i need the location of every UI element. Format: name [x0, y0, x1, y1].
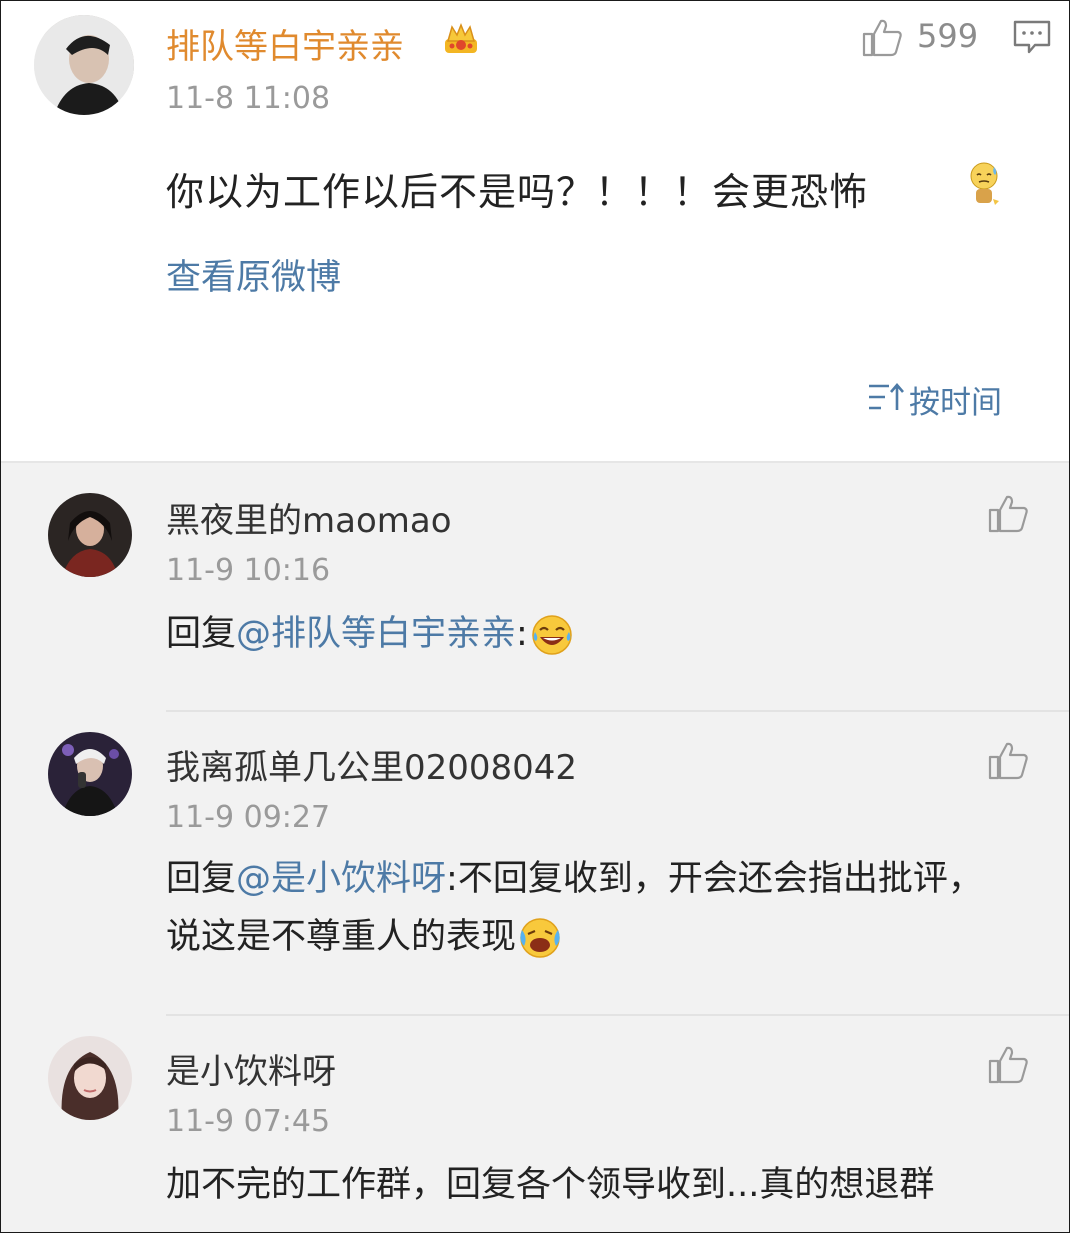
crown-badge-icon [445, 22, 477, 53]
comment-icon[interactable] [1013, 19, 1051, 55]
thumbs-up-icon[interactable] [987, 740, 1029, 780]
comment-text: 回复@排队等白宇亲亲: [166, 605, 1006, 663]
list-item: 我离孤单几公里02008042 11-9 09:27 回复@是小饮料呀:不回复收… [1, 712, 1069, 1016]
thumbs-up-icon[interactable] [987, 1044, 1029, 1084]
post-time: 11-8 11:08 [166, 81, 331, 116]
avatar[interactable] [48, 1036, 132, 1120]
like-count: 599 [917, 17, 979, 55]
avatar[interactable] [48, 732, 132, 816]
commenter-name[interactable]: 黑夜里的maomao [166, 493, 452, 542]
laughing-tears-emoji [532, 615, 572, 655]
mention-link[interactable]: @是小饮料呀 [236, 859, 446, 899]
comment-text: 加不完的工作群，回复各个领导收到...真的想退群 [166, 1165, 935, 1205]
comment-time: 11-9 10:16 [166, 553, 331, 588]
original-comment: 排队等白宇亲亲 11-8 11:08 599 你以为工作以后不是吗？！！！会更恐… [1, 1, 1069, 461]
view-original-link[interactable]: 查看原微博 [166, 249, 341, 300]
avatar[interactable] [48, 493, 132, 577]
comment-time: 11-9 07:45 [166, 1104, 331, 1139]
sweat-emoji [970, 162, 999, 205]
reply-prefix: 回复 [166, 859, 237, 899]
comment-time: 11-9 09:27 [166, 800, 331, 835]
list-item: 黑夜里的maomao 11-9 10:16 回复@排队等白宇亲亲: [1, 463, 1069, 711]
post-content: 你以为工作以后不是吗？！！！会更恐怖 [166, 170, 869, 214]
comment-text: 回复@是小饮料呀:不回复收到，开会还会指出批评，说这是不尊重人的表现 [166, 850, 1006, 966]
reply-prefix: 回复 [166, 614, 237, 654]
commenter-name[interactable]: 我离孤单几公里02008042 [166, 740, 577, 789]
commenter-name[interactable]: 是小饮料呀 [166, 1044, 336, 1093]
sort-label: 按时间 [909, 385, 1002, 421]
author-name[interactable]: 排队等白宇亲亲 [166, 19, 404, 68]
thumbs-up-icon[interactable] [987, 493, 1029, 533]
author-avatar[interactable] [34, 15, 134, 115]
list-item: 是小饮料呀 11-9 07:45 加不完的工作群，回复各个领导收到...真的想退… [1, 1016, 1069, 1232]
crying-laugh-emoji [520, 918, 560, 958]
sort-icon [869, 383, 904, 410]
reply-body: : [516, 614, 528, 654]
thumbs-up-icon[interactable] [861, 17, 903, 57]
reply-list: 黑夜里的maomao 11-9 10:16 回复@排队等白宇亲亲: 我离孤单几公… [1, 463, 1069, 1232]
weibo-comment-screen: 排队等白宇亲亲 11-8 11:08 599 你以为工作以后不是吗？！！！会更恐… [0, 0, 1070, 1233]
mention-link[interactable]: @排队等白宇亲亲 [236, 614, 516, 654]
